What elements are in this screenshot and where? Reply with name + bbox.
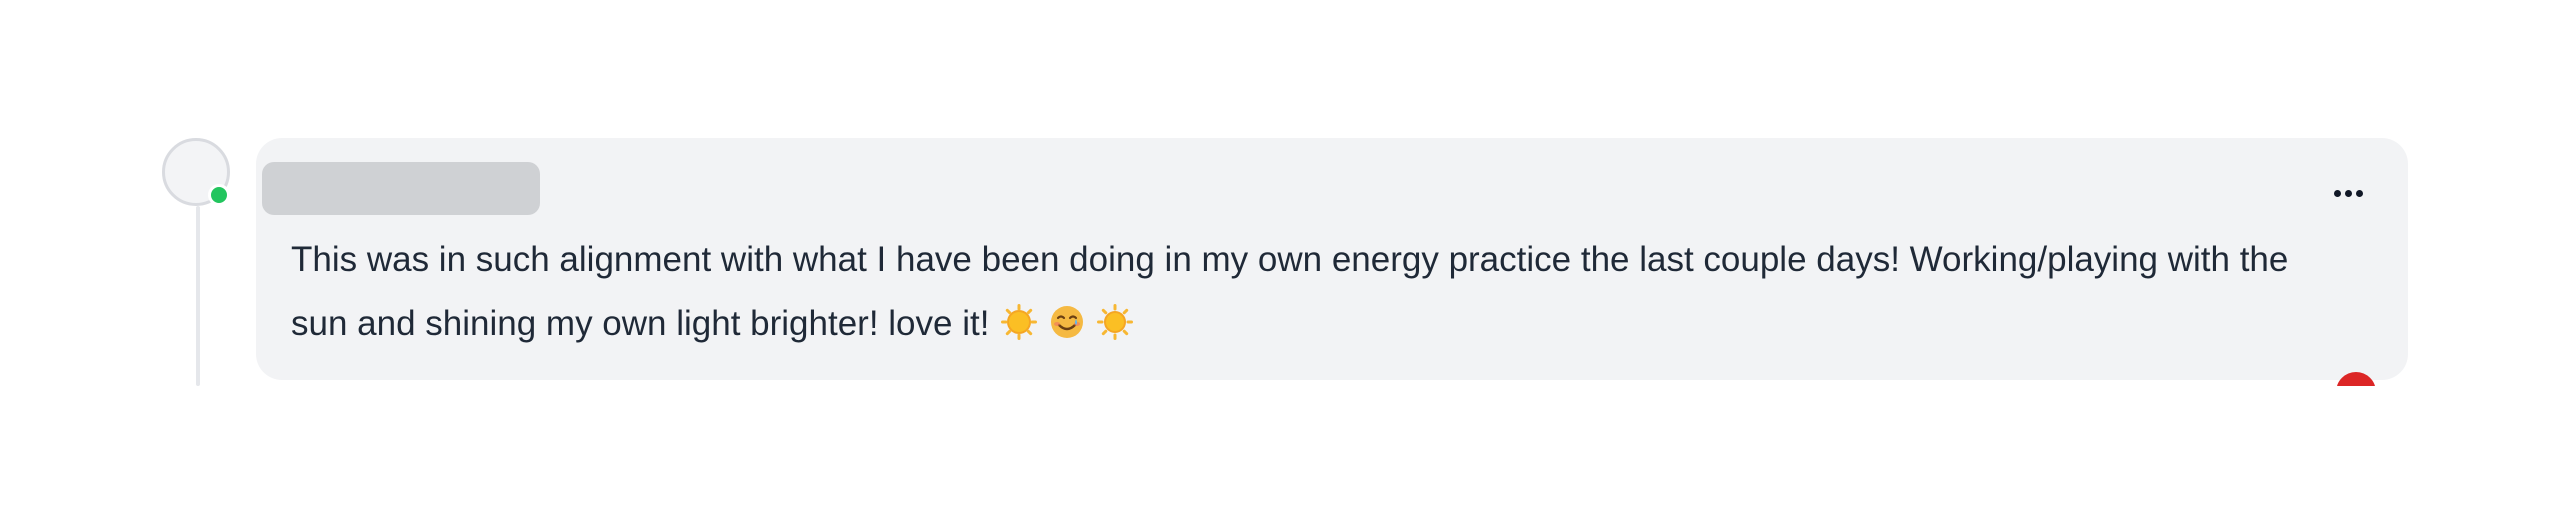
comment-text: This was in such alignment with what I h… — [291, 240, 2289, 343]
sun-emoji — [1001, 303, 1038, 340]
comment-bubble: This was in such alignment with what I h… — [256, 138, 2408, 380]
author-name[interactable] — [262, 162, 540, 215]
smiling-face-with-tear-emoji — [1051, 305, 1084, 338]
more-options-button[interactable] — [2328, 178, 2368, 208]
sun-emoji — [1097, 303, 1134, 340]
thread-line — [196, 206, 200, 386]
comment-body: This was in such alignment with what I h… — [291, 228, 2351, 356]
more-horizontal-icon — [2333, 189, 2341, 197]
viewport-clip — [0, 386, 2560, 529]
online-status-indicator — [208, 184, 230, 206]
